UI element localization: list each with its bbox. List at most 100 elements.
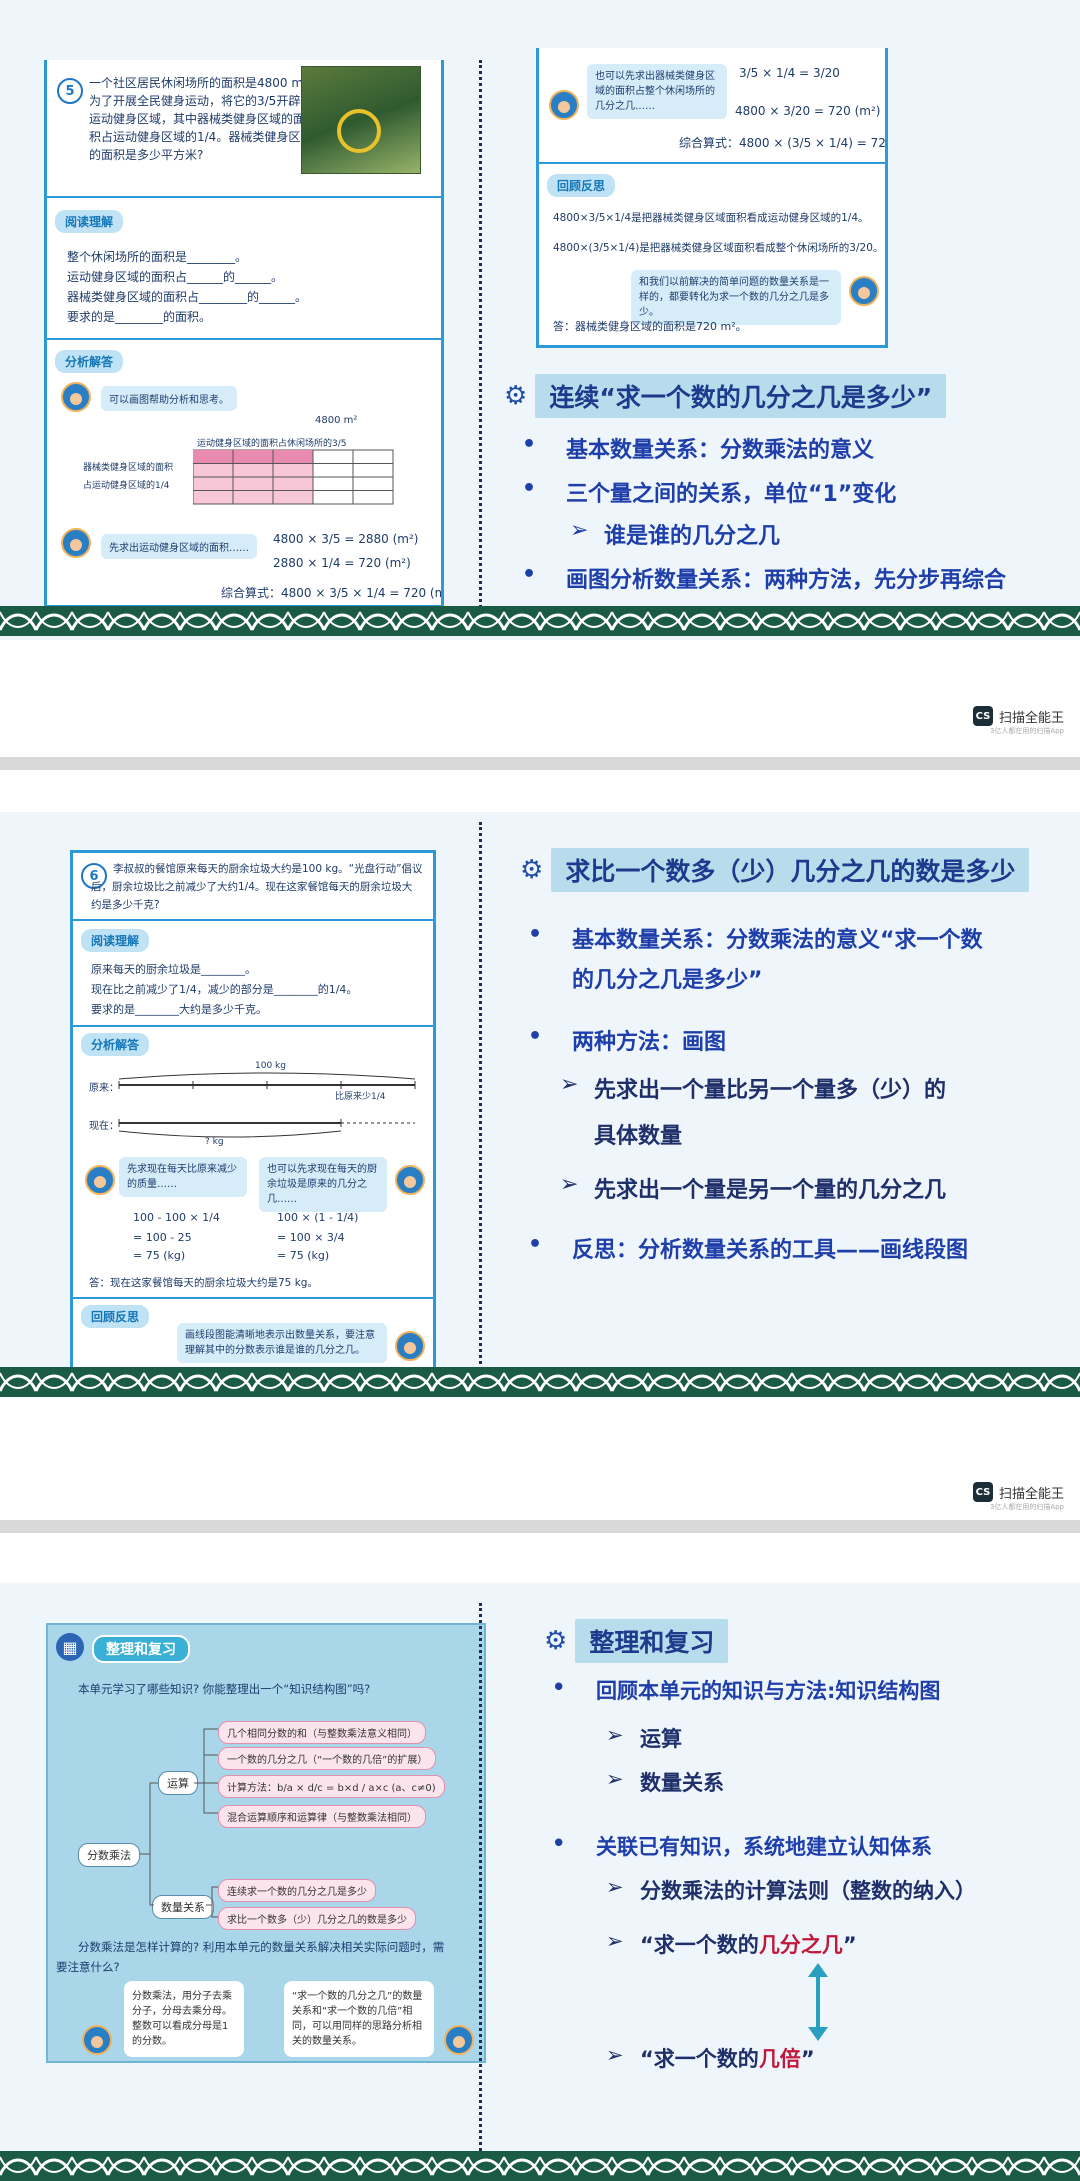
problem-line: 运动健身区域，其中器械类健身区域的面 — [89, 112, 306, 126]
sub-bullet-text: 先求出一个量是另一个量的几分之几 — [594, 1178, 947, 1203]
bullet-continuation: 的几分之几是多少” — [572, 968, 763, 993]
read-line: 器械类健身区域的面积占________的______。 — [67, 290, 308, 304]
bullet: • 两种方法：画图 — [528, 1024, 727, 1055]
calc-line: 4800 × 3/20 = 720 (m²) — [735, 104, 881, 118]
quote-text: “求一个数的 — [640, 2047, 759, 2071]
bullet: • 回顾本单元的知识与方法:知识结构图 — [552, 1675, 941, 1703]
map-pill: 求比一个数多（少）几分之几的数是多少 — [218, 1907, 416, 1930]
review-label: 回顾反思 — [81, 1305, 150, 1328]
hint-bubble: 和我们以前解决的简单问题的数量关系是一样的，都要转化为求一个数的几分之几是多少。 — [631, 270, 841, 325]
highlight-fraction: 几分之几 — [758, 1933, 843, 1957]
calc-line: 3/5 × 1/4 = 3/20 — [739, 66, 840, 80]
knowledge-map-panel: ▦ 整理和复习 本单元学习了哪些知识? 你能整理出一个“知识结构图”吗? 分数乘… — [46, 1623, 486, 2063]
diagram-left-label: 器械类健身区域的面积 — [83, 463, 174, 473]
calc-line: = 100 - 25 — [133, 1231, 192, 1244]
scanner-watermark: CS 扫描全能王 3亿人都在用的扫描App — [972, 706, 1064, 735]
student-avatar — [549, 90, 579, 120]
review-line: 4800×(3/5×1/4)是把器械类健身区域面积看成整个休闲场所的3/20。 — [553, 242, 884, 254]
sub-bullet: ➢ “求一个数的几分之几” — [606, 1929, 857, 1959]
line-segment-diagram — [118, 1072, 416, 1138]
sub-bullet-text: 分数乘法的计算法则（整数的纳入） — [640, 1879, 976, 1903]
dotted-divider — [479, 822, 482, 1382]
textbook-panel-right: 也可以先求出器械类健身区域的面积占整个休闲场所的几分之几…… 3/5 × 1/4… — [536, 48, 888, 348]
hint-bubble: 画线段图能清晰地表示出数量关系，要注意理解其中的分数表示谁是谁的几分之几。 — [177, 1323, 387, 1363]
student-avatar — [849, 276, 879, 306]
double-arrow-icon — [808, 1963, 828, 2041]
bullet-text: 基本数量关系：分数乘法的意义 — [566, 438, 875, 463]
map-pill: 几个相同分数的和（与整数乘法意义相同） — [218, 1721, 426, 1744]
textbook-panel-left: 6 李叔叔的餐馆原来每天的厨余垃圾大约是100 kg。“光盘行动”倡议 后，厨余… — [70, 850, 436, 1378]
arrow-icon: ➢ — [570, 518, 589, 543]
analyze-label: 分析解答 — [81, 1033, 150, 1056]
map-pill: 计算方法：b/a × d/c = b×d / a×c (a、c≠0) — [218, 1775, 445, 1798]
answer-line: 答：现在这家餐馆每天的厨余垃圾大约是75 kg。 — [89, 1277, 318, 1289]
arrow-icon: ➢ — [606, 1767, 624, 1791]
calc-line: 100 - 100 × 1/4 — [133, 1211, 220, 1224]
tree-connectors — [140, 1728, 218, 1918]
question-line: 分数乘法是怎样计算的? 利用本单元的数量关系解决相关实际问题时，需 — [78, 1940, 445, 1954]
hint-bubble: 可以画图帮助分析和思考。 — [101, 386, 237, 411]
grid-icon: ▦ — [56, 1633, 84, 1661]
read-line: 运动健身区域的面积占______的______。 — [67, 270, 284, 284]
decorative-border — [0, 1367, 1080, 1397]
diagram-left-label: 占运动健身区域的1/4 — [83, 481, 170, 491]
read-line: 原来每天的厨余垃圾是________。 — [91, 963, 256, 976]
watermark-tagline: 3亿人都在用的扫描App — [989, 727, 1064, 735]
sub-bullet: ➢ “求一个数的几倍” — [606, 2043, 815, 2073]
sub-bullet: ➢ 先求出一个量比另一个量多（少）的 — [560, 1072, 946, 1104]
scan-page-1: 5 一个社区居民休闲场所的面积是4800 m²。 为了开展全民健身运动，将它的3… — [0, 0, 1080, 757]
calc-line: 综合算式：4800 × (3/5 × 1/4) = 720 (m²) — [679, 136, 886, 150]
diagram-total: 4800 m² — [315, 415, 358, 426]
bullet: • 三个量之间的关系，单位“1”变化 — [522, 476, 897, 507]
student-avatar — [61, 382, 91, 412]
sub-bullet-text: 谁是谁的几分之几 — [604, 524, 781, 549]
calc-line: = 100 × 3/4 — [277, 1231, 345, 1244]
area-diagram — [193, 449, 394, 505]
arrow-icon: ➢ — [606, 2043, 624, 2067]
sub-bullet-continuation: 具体数量 — [594, 1124, 683, 1149]
sub-bullet: ➢ 运算 — [606, 1723, 682, 1753]
section-title: ⚙ 连续“求一个数的几分之几是多少” — [504, 374, 947, 418]
analyze-label: 分析解答 — [55, 350, 124, 373]
watermark-tagline: 3亿人都在用的扫描App — [989, 1503, 1064, 1511]
section-title-text: 求比一个数多（少）几分之几的数是多少 — [551, 848, 1030, 892]
textbook-panel-left: 5 一个社区居民休闲场所的面积是4800 m²。 为了开展全民健身运动，将它的3… — [44, 60, 444, 608]
problem-line: 为了开展全民健身运动，将它的3/5开辟为 — [89, 94, 313, 108]
review-label: 回顾反思 — [547, 174, 616, 197]
map-pill: 一个数的几分之几（“一个数的几倍”的扩展） — [218, 1747, 437, 1770]
bullet-text: 画图分析数量关系：两种方法，先分步再综合 — [566, 568, 1007, 593]
sub-bullet: ➢ 先求出一个量是另一个量的几分之几 — [560, 1172, 947, 1204]
bullet-text: 反思：分析数量关系的工具——画线段图 — [572, 1238, 969, 1263]
student-avatar — [61, 528, 91, 558]
problem-line: 一个社区居民休闲场所的面积是4800 m²。 — [89, 76, 320, 90]
arrow-icon: ➢ — [560, 1172, 579, 1197]
sub-bullet: ➢ 数量关系 — [606, 1767, 724, 1797]
review-line: 4800×3/5×1/4是把器械类健身区域面积看成运动健身区域的1/4。 — [553, 212, 869, 224]
diagram-orig-label: 原来： — [89, 1083, 119, 1094]
sub-bullet: ➢ 分数乘法的计算法则（整数的纳入） — [606, 1875, 976, 1905]
read-line: 要求的是________的面积。 — [67, 310, 212, 324]
bullet: • 基本数量关系：分数乘法的意义 — [522, 432, 875, 463]
calc-line: 综合算式：4800 × 3/5 × 1/4 = 720 (m²) — [221, 586, 444, 600]
question-line: 本单元学习了哪些知识? 你能整理出一个“知识结构图”吗? — [78, 1682, 371, 1696]
slide-3: ▦ 整理和复习 本单元学习了哪些知识? 你能整理出一个“知识结构图”吗? 分数乘… — [0, 1583, 1080, 2181]
diagram-now-label: 现在： — [89, 1121, 119, 1132]
section-title-text: 连续“求一个数的几分之几是多少” — [535, 374, 947, 418]
panel-title: 整理和复习 — [92, 1635, 190, 1663]
calc-line: = 75 (kg) — [277, 1249, 330, 1262]
problem-number: 5 — [57, 78, 83, 104]
problem-line: 后，厨余垃圾比之前减少了大约1/4。现在这家餐馆每天的厨余垃圾大 — [91, 881, 413, 893]
quote-text: ” — [800, 2047, 815, 2071]
section-title-text: 整理和复习 — [575, 1619, 729, 1663]
read-label: 阅读理解 — [81, 929, 150, 952]
gear-icon: ⚙ — [544, 1626, 568, 1656]
answer-card: 分数乘法，用分子去乘分子，分母去乘分母。整数可以看成分母是1的分数。 — [124, 1981, 244, 2057]
problem-line: 约是多少千克? — [91, 899, 160, 911]
calc-line: = 75 (kg) — [133, 1249, 186, 1262]
hint-bubble: 先求现在每天比原来减少的质量…… — [119, 1157, 247, 1197]
bullet-text: 两种方法：画图 — [572, 1030, 727, 1055]
sub-bullet-text: 运算 — [640, 1727, 682, 1751]
bullet: • 反思：分析数量关系的工具——画线段图 — [528, 1232, 969, 1263]
decorative-border — [0, 2151, 1080, 2181]
student-avatar — [444, 2025, 474, 2055]
